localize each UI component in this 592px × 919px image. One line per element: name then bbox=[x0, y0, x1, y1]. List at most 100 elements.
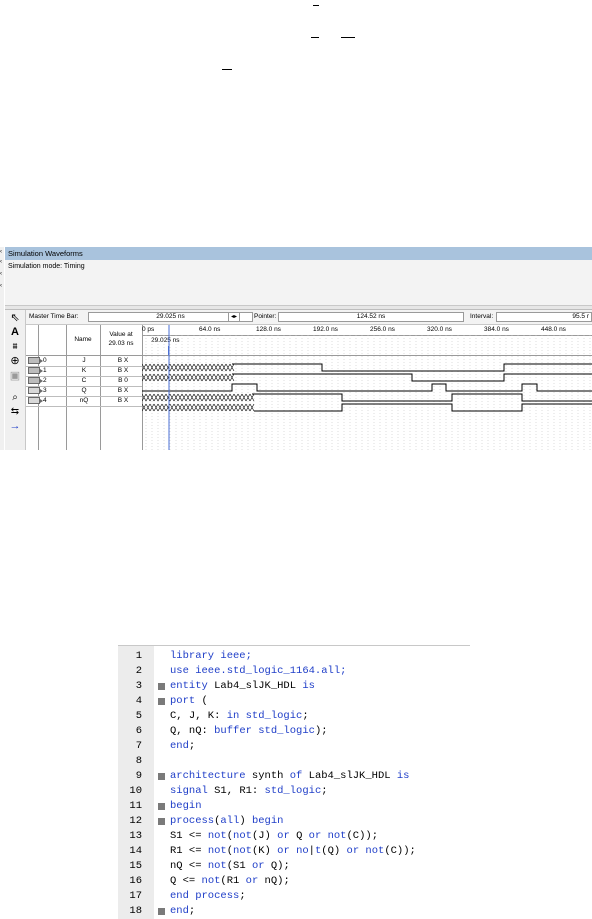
unknown-state-mark bbox=[173, 403, 179, 412]
code-line[interactable]: 14 R1 <= not(not(K) or no|t(Q) or not(C))… bbox=[118, 844, 470, 859]
signal-value: B X bbox=[117, 397, 129, 404]
code-token: (J) bbox=[251, 830, 278, 842]
code-token: nQ); bbox=[264, 875, 290, 887]
value-at-time-header: 29.03 ns bbox=[108, 340, 134, 347]
time-bar-arrows[interactable]: ◂▸ bbox=[228, 312, 240, 322]
code-line[interactable]: 5 C, J, K: in std_logic; bbox=[118, 709, 470, 724]
unknown-state-mark bbox=[161, 373, 167, 382]
code-line[interactable]: 2 use ieee.std_logic_1164.all; bbox=[118, 664, 470, 679]
unknown-state-mark bbox=[209, 373, 215, 382]
code-keyword: not bbox=[207, 845, 227, 857]
fold-marker-icon[interactable] bbox=[158, 908, 165, 915]
zoom-icon[interactable]: ⊕ bbox=[8, 355, 22, 368]
code-token: Q bbox=[296, 830, 309, 842]
vhdl-code-editor[interactable]: 1 library ieee; 2 use ieee.std_logic_1164.a… bbox=[118, 645, 470, 919]
unknown-state-mark bbox=[225, 403, 231, 412]
code-keyword: or bbox=[277, 830, 297, 842]
signal-index: 1 bbox=[43, 367, 47, 374]
replace-icon[interactable]: ⇆ bbox=[8, 405, 22, 418]
unknown-state-mark bbox=[193, 363, 199, 372]
code-line[interactable]: 16 Q <= not(R1 or nQ); bbox=[118, 874, 470, 889]
unknown-state-mark bbox=[149, 373, 155, 382]
unknown-state-mark bbox=[237, 393, 243, 402]
unknown-state-mark bbox=[169, 373, 175, 382]
pointer-icon[interactable]: ⇖ bbox=[8, 312, 22, 325]
code-line[interactable]: 12 process(all) begin bbox=[118, 814, 470, 829]
fold-marker-icon[interactable] bbox=[158, 803, 165, 810]
unknown-state-mark bbox=[145, 403, 151, 412]
code-text: end process; bbox=[170, 889, 246, 904]
text-tool-icon[interactable]: A bbox=[8, 326, 22, 339]
full-screen-icon[interactable]: ▣ bbox=[8, 370, 22, 383]
line-number: 1 bbox=[135, 650, 142, 662]
code-line[interactable]: 3 entity Lab4_slJK_HDL is bbox=[118, 679, 470, 694]
unknown-state-mark bbox=[142, 403, 147, 412]
code-line[interactable]: 10 signal S1, R1: std_logic; bbox=[118, 784, 470, 799]
arrow-icon[interactable]: → bbox=[8, 420, 22, 433]
input-pin-icon bbox=[28, 357, 43, 364]
code-line[interactable]: 18 end; bbox=[118, 904, 470, 919]
line-number: 11 bbox=[129, 800, 142, 812]
fold-marker-icon[interactable] bbox=[158, 818, 165, 825]
unknown-state-mark bbox=[229, 373, 235, 382]
unknown-state-mark bbox=[181, 363, 187, 372]
line-number: 6 bbox=[135, 725, 142, 737]
signal-index: 0 bbox=[43, 357, 47, 364]
code-keyword: library ieee; bbox=[170, 650, 252, 662]
line-number: 3 bbox=[135, 680, 142, 692]
unknown-state-mark bbox=[205, 393, 211, 402]
interval-field[interactable]: 95.5 r bbox=[496, 312, 592, 322]
unknown-state-mark bbox=[197, 373, 203, 382]
code-line[interactable]: 11 begin bbox=[118, 799, 470, 814]
pointer-label: Pointer: bbox=[254, 313, 277, 320]
code-token: ; bbox=[302, 710, 309, 722]
interval-value: 95.5 r bbox=[572, 313, 589, 320]
unknown-state-mark bbox=[161, 403, 167, 412]
code-line[interactable]: 8 bbox=[118, 754, 470, 769]
unknown-state-mark bbox=[229, 393, 235, 402]
waveform-editing-icon[interactable]: ⩩ bbox=[8, 340, 22, 353]
find-icon[interactable]: ⌕ bbox=[8, 391, 22, 404]
unknown-state-mark bbox=[213, 403, 219, 412]
code-line[interactable]: 1 library ieee; bbox=[118, 649, 470, 664]
code-keyword: not bbox=[233, 830, 252, 842]
unknown-state-mark bbox=[213, 373, 219, 382]
unknown-state-mark bbox=[177, 373, 183, 382]
code-line[interactable]: 7 end; bbox=[118, 739, 470, 754]
code-token: R1 <= bbox=[170, 845, 208, 857]
fold-marker-icon[interactable] bbox=[158, 683, 165, 690]
unknown-state-mark bbox=[241, 403, 247, 412]
line-number: 18 bbox=[129, 905, 142, 917]
code-keyword: all bbox=[220, 815, 240, 827]
overline-mark bbox=[222, 69, 232, 70]
signal-value: B X bbox=[117, 367, 129, 374]
code-line[interactable]: 4 port ( bbox=[118, 694, 470, 709]
code-line[interactable]: 17 end process; bbox=[118, 889, 470, 904]
signal-name: K bbox=[81, 367, 87, 374]
unknown-state-mark bbox=[189, 363, 195, 372]
code-text: S1 <= not(not(J) or Q or not(C)); bbox=[170, 829, 378, 844]
waveform-display[interactable] bbox=[142, 325, 592, 450]
unknown-state-mark bbox=[221, 403, 227, 412]
code-keyword: begin bbox=[251, 815, 284, 827]
unknown-state-mark bbox=[181, 393, 187, 402]
signal-row[interactable]: 4 nQ B X bbox=[26, 396, 142, 407]
unknown-state-mark bbox=[142, 393, 147, 402]
code-token: S1 <= bbox=[170, 830, 208, 842]
unknown-state-mark bbox=[153, 373, 159, 382]
unknown-state-mark bbox=[229, 403, 235, 412]
line-number: 4 bbox=[135, 695, 142, 707]
unknown-state-mark bbox=[157, 403, 163, 412]
code-line[interactable]: 13 S1 <= not(not(J) or Q or not(C)); bbox=[118, 829, 470, 844]
code-line[interactable]: 9 architecture synth of Lab4_slJK_HDL is bbox=[118, 769, 470, 784]
code-token: Q, nQ: bbox=[170, 725, 215, 737]
code-line[interactable]: 6 Q, nQ: buffer std_logic); bbox=[118, 724, 470, 739]
unknown-state-mark bbox=[157, 373, 163, 382]
unknown-state-mark bbox=[217, 393, 223, 402]
pointer-field[interactable]: 124.52 ns bbox=[278, 312, 464, 322]
fold-marker-icon[interactable] bbox=[158, 773, 165, 780]
code-line[interactable]: 15 nQ <= not(S1 or Q); bbox=[118, 859, 470, 874]
fold-marker-icon[interactable] bbox=[158, 698, 165, 705]
code-token: Lab4_slJK_HDL bbox=[308, 770, 397, 782]
line-number: 13 bbox=[129, 830, 142, 842]
